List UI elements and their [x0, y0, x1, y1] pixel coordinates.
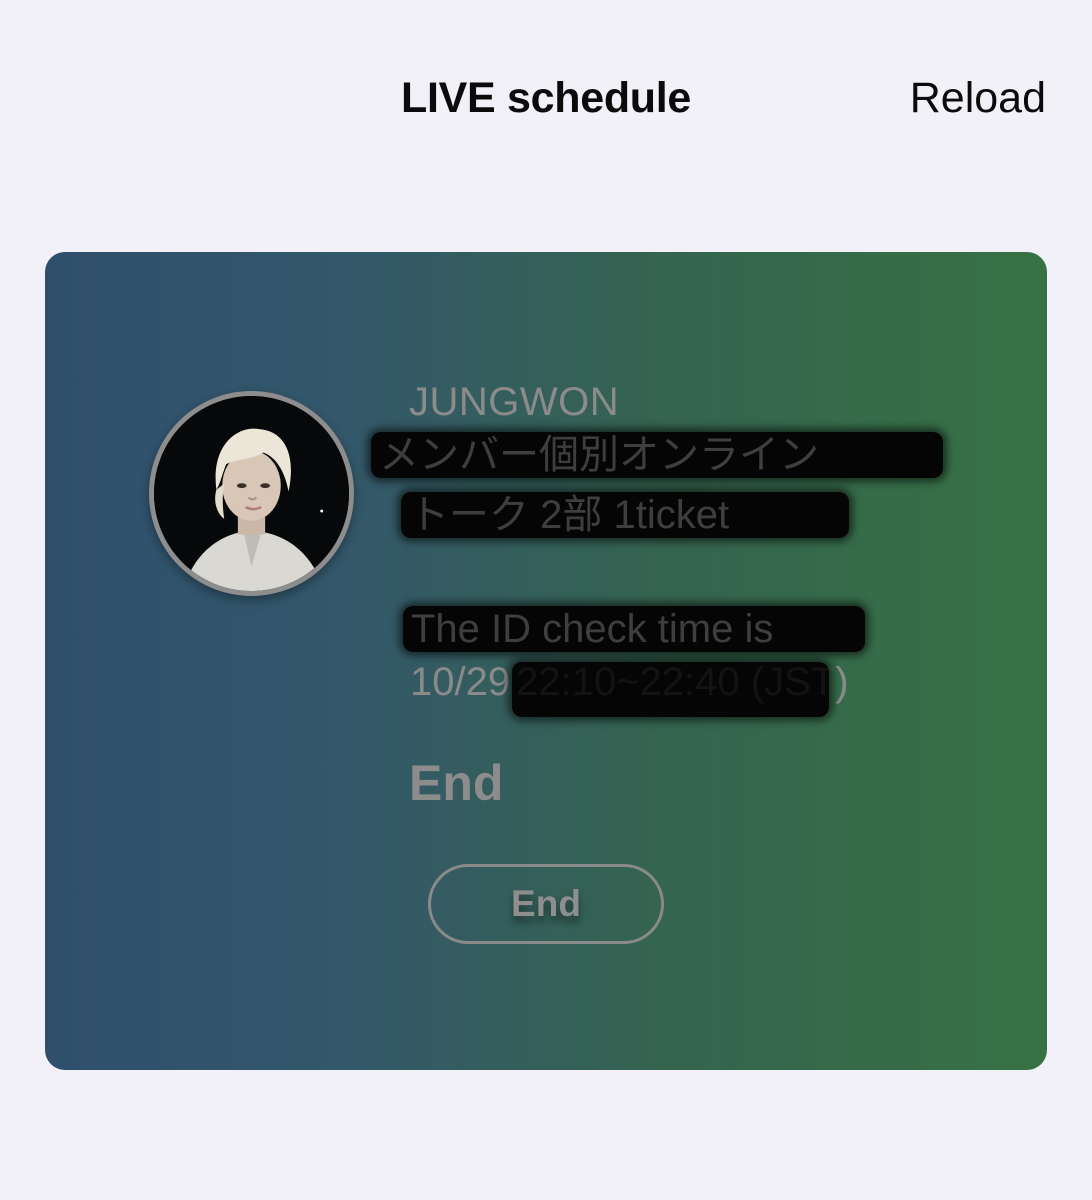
event-title-line-2-redacted: トーク 2部 1ticket	[401, 492, 849, 538]
member-photo-icon	[154, 396, 349, 591]
time-range-redacted: 22:10~22:40 (JST	[512, 660, 836, 717]
member-avatar	[149, 391, 354, 596]
id-check-time: 10/29 22:10~22:40 (JST)	[410, 660, 849, 717]
event-date: 10/29	[410, 660, 511, 704]
end-button[interactable]: End	[428, 864, 664, 944]
live-event-card[interactable]: JUNGWON メンバー個別オンライン トーク 2部 1ticket The I…	[45, 252, 1047, 1070]
reload-button[interactable]: Reload	[910, 74, 1046, 123]
member-name: JUNGWON	[409, 380, 620, 424]
status-label: End	[409, 755, 504, 811]
id-check-label-redacted: The ID check time is	[403, 606, 865, 652]
event-title-line-1-redacted: メンバー個別オンライン	[371, 432, 943, 478]
time-range-close: )	[835, 660, 849, 704]
